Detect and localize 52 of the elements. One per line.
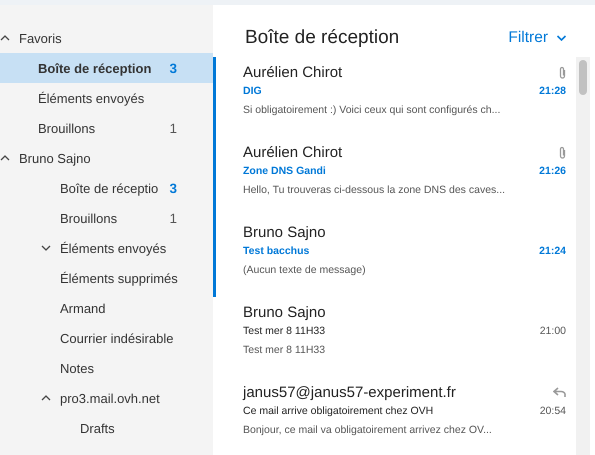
folder-item[interactable]: Courrier indésirable — [0, 323, 213, 353]
unread-count: 3 — [169, 180, 177, 196]
chevron-up-icon[interactable] — [0, 154, 10, 162]
message-preview: Bonjour, ce mail va obligatoirement arrivez chez OV... — [243, 424, 493, 436]
sender-name: Bruno Sajno — [243, 304, 326, 321]
folder-item[interactable]: Armand — [0, 293, 213, 323]
folder-item[interactable]: Éléments envoyés — [0, 233, 213, 263]
unread-count: 1 — [169, 210, 177, 226]
folder-item[interactable]: Boîte de réception 3 — [0, 53, 213, 83]
message-item[interactable]: Bruno Sajno Test mer 8 11H33 21:00 Test mer 8 11H33 — [213, 297, 573, 377]
folder-title: Boîte de réception — [245, 27, 400, 49]
unread-count: 1 — [169, 120, 177, 136]
message-subject: Test mer 8 11H33 — [243, 325, 326, 337]
message-preview: Test mer 8 11H33 — [243, 344, 326, 356]
message-subject: Zone DNS Gandi — [243, 165, 326, 177]
sender-name: Bruno Sajno — [243, 224, 326, 241]
chevron-up-icon[interactable] — [0, 34, 10, 42]
message-time: 21:26 — [539, 165, 566, 177]
message-time: 20:54 — [540, 405, 566, 417]
message-preview: Hello, Tu trouveras ci-dessous la zone DNS des caves... — [243, 184, 506, 196]
message-item[interactable]: Bruno Sajno Test bacchus 21:24 (Aucun texte de message) — [213, 217, 573, 297]
folder-item[interactable]: Notes — [0, 353, 213, 383]
message-subject: Ce mail arrive obligatoirement chez OVH — [243, 405, 434, 417]
folder-item[interactable]: Brouillons 1 — [0, 113, 213, 143]
folder-item[interactable]: pro3.mail.ovh.net — [0, 383, 213, 413]
folder-item[interactable]: Drafts — [0, 413, 213, 443]
chevron-down-icon — [556, 34, 567, 42]
unread-count: 3 — [169, 60, 177, 76]
message-preview: (Aucun texte de message) — [243, 264, 367, 276]
folder-item[interactable]: Éléments envoyés — [0, 83, 213, 113]
message-time: 21:00 — [540, 325, 566, 337]
message-preview: Si obligatoirement :) Voici ceux qui sont configurés ch... — [243, 104, 502, 116]
message-item[interactable]: Aurélien Chirot Zone DNS Gandi 21:26 Hello, Tu trouveras ci-dessous la zone DNS des caves... — [213, 137, 573, 217]
filter-button[interactable]: Filtrer — [508, 29, 567, 47]
sender-name: Aurélien Chirot — [243, 144, 342, 161]
message-item[interactable]: Aurélien Chirot DIG 21:28 Si obligatoirement :) Voici ceux qui sont configurés ch... — [213, 57, 573, 137]
folder-item[interactable]: Boîte de réceptio 3 — [0, 173, 213, 203]
folder-item[interactable]: Favoris — [0, 23, 213, 53]
message-subject: DIG — [243, 85, 262, 97]
folder-item[interactable]: Brouillons 1 — [0, 203, 213, 233]
sender-name: Aurélien Chirot — [243, 64, 342, 81]
message-time: 21:24 — [539, 245, 566, 257]
message-subject: Test bacchus — [243, 245, 310, 257]
message-time: 21:28 — [539, 85, 566, 97]
sender-name: janus57@janus57-experiment.fr — [243, 384, 456, 401]
scrollbar-thumb[interactable] — [579, 60, 587, 95]
folder-item[interactable]: Bruno Sajno — [0, 143, 213, 173]
chevron-down-icon[interactable] — [41, 244, 51, 252]
chevron-up-icon[interactable] — [41, 394, 51, 402]
message-item[interactable]: janus57@janus57-experiment.fr Ce mail arrive obligatoirement chez OVH 20:54 Bonjour, ce mail va obligatoirement arrivez chez OV... — [213, 377, 573, 455]
folder-item[interactable]: Éléments supprimés — [0, 263, 213, 293]
scrollbar[interactable] — [576, 57, 590, 455]
